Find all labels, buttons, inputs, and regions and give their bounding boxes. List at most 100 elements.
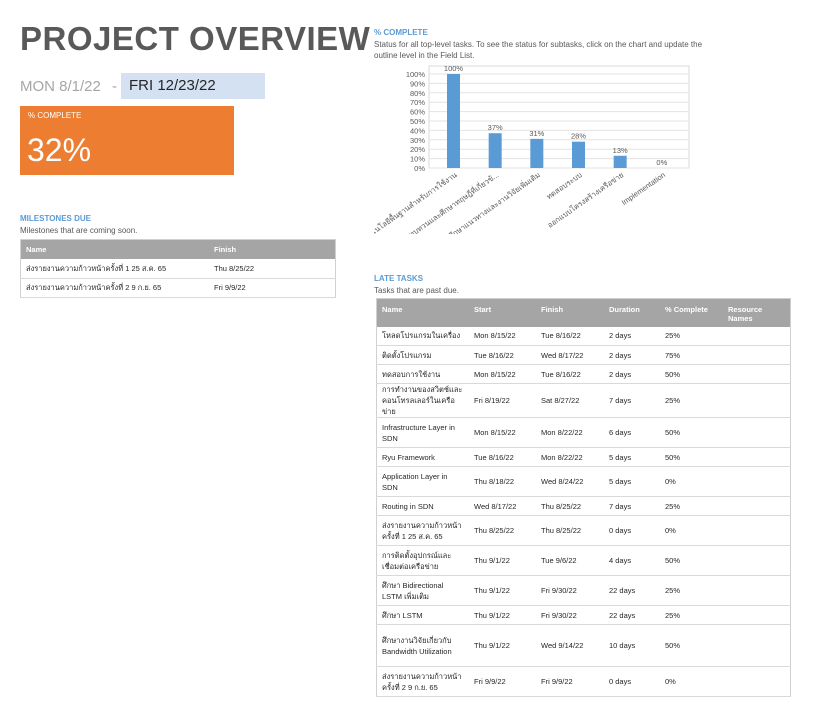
table-row[interactable]: ส่งรายงานความก้าวหน้าครั้งที่ 1 25 ส.ค. … [20,259,336,279]
task-name: ติดตั้งโปรแกรม [376,345,469,365]
task-name: ศึกษา Bidirectional LSTM เพิ่มเติม [376,575,469,606]
table-row[interactable]: ส่งรายงานความก้าวหน้าครั้งที่ 2 9 ก.ย. 6… [20,278,336,298]
task-resource-names [723,345,791,365]
project-start-date: MON 8/1/22 [20,78,101,95]
task-name: Routing in SDN [376,496,469,516]
task-name: ทดสอบการใช้งาน [376,364,469,384]
chart-canvas[interactable]: 0%10%20%30%40%50%60%70%80%90%100%100%ศึก… [343,62,692,255]
table-row[interactable]: ทดสอบการใช้งาน Mon 8/15/22 Tue 8/16/22 2 da… [376,364,791,384]
table-row[interactable]: ติดตั้งโปรแกรม Tue 8/16/22 Wed 8/17/22 2 da… [376,345,791,365]
task-duration: 2 days [604,345,660,365]
task-percent-complete: 50% [660,545,723,576]
table-row[interactable]: Ryu Framework Tue 8/16/22 Mon 8/22/22 5 day… [376,447,791,467]
task-start: Mon 8/15/22 [469,417,536,448]
y-tick-label: 30% [410,136,425,145]
table-row[interactable]: ศึกษา LSTM Thu 9/1/22 Fri 9/30/22 22 days 25… [376,605,791,625]
task-start: Thu 8/18/22 [469,466,536,497]
x-tick-label: ออกแบบโครงสร้างเครือข่าย [546,170,626,230]
y-tick-label: 100% [406,70,426,79]
y-tick-label: 90% [410,79,425,88]
task-resource-names [723,383,791,418]
task-name: Ryu Framework [376,447,469,467]
task-start: Fri 9/9/22 [469,666,536,697]
task-finish: Mon 8/22/22 [536,417,604,448]
late-tasks-subtitle: Tasks that are past due. [374,286,459,295]
task-name: Infrastructure Layer in SDN [376,417,469,448]
task-resource-names [723,364,791,384]
task-duration: 22 days [604,575,660,606]
y-tick-label: 40% [410,126,425,135]
task-resource-names [723,326,791,346]
task-duration: 4 days [604,545,660,576]
milestones-table[interactable]: Name Finish ส่งรายงานความก้าวหน้าครั้งที… [20,239,336,298]
task-finish: Sat 8/27/22 [536,383,604,418]
task-name: การทำงานของสวิตช์และคอนโทรลเลอร์ในเครือข… [376,383,469,418]
data-label: 0% [656,158,667,167]
column-header-resource-names: Resource Names [723,298,791,327]
chart-bar [488,133,502,168]
task-percent-complete: 50% [660,447,723,467]
late-tasks-header-row: Name Start Finish Duration % Complete Re… [376,298,791,327]
task-percent-complete: 25% [660,326,723,346]
task-name: โหลดโปรแกรมในเครื่อง [376,326,469,346]
table-row[interactable]: ส่งรายงานความก้าวหน้าครั้งที่ 1 25 ส.ค. … [376,515,791,546]
task-finish: Wed 8/17/22 [536,345,604,365]
task-duration: 2 days [604,364,660,384]
milestone-finish: Fri 9/9/22 [209,278,336,298]
task-finish: Fri 9/30/22 [536,575,604,606]
percent-complete-chart[interactable]: 0% 10% 20% 30% 40% 50% 60% 70% 80% 90% 100% 100% ศึก… [343,62,692,255]
task-start: Wed 8/17/22 [469,496,536,516]
table-row[interactable]: Infrastructure Layer in SDN Mon 8/15/22 Mo… [376,417,791,448]
page-title: PROJECT OVERVIEW [20,20,371,57]
task-name: การติดตั้งอุปกรณ์และเชื่อมต่อเครือข่าย [376,545,469,576]
project-finish-date[interactable]: FRI 12/23/22 [121,73,265,99]
late-tasks-table[interactable]: Name Start Finish Duration % Complete Re… [376,298,791,697]
task-name: Application Layer in SDN [376,466,469,497]
data-label: 31% [529,129,544,138]
task-start: Tue 8/16/22 [469,345,536,365]
column-header-duration: Duration [604,298,660,327]
table-row[interactable]: การติดตั้งอุปกรณ์และเชื่อมต่อเครือข่าย Th… [376,545,791,576]
task-start: Thu 9/1/22 [469,624,536,667]
task-finish: Wed 9/14/22 [536,624,604,667]
data-label: 100% [444,64,464,73]
milestone-finish: Thu 8/25/22 [209,259,336,279]
milestones-header-row: Name Finish [20,239,336,259]
task-percent-complete: 75% [660,345,723,365]
column-header-name: Name [20,239,209,259]
column-header-finish: Finish [209,239,336,259]
task-name: ศึกษา LSTM [376,605,469,625]
task-percent-complete: 0% [660,466,723,497]
table-row[interactable]: Application Layer in SDN Thu 8/18/22 Wed 8… [376,466,791,497]
milestone-name: ส่งรายงานความก้าวหน้าครั้งที่ 2 9 ก.ย. 6… [20,278,209,298]
y-tick-label: 50% [410,117,425,126]
task-resource-names [723,496,791,516]
task-finish: Fri 9/9/22 [536,666,604,697]
table-row[interactable]: ศึกษางานวิจัยเกี่ยวกับ Bandwidth Utiliza… [376,624,791,667]
data-label: 13% [613,146,628,155]
table-row[interactable]: โหลดโปรแกรมในเครื่อง Mon 8/15/22 Tue 8/16/… [376,326,791,346]
task-percent-complete: 0% [660,666,723,697]
table-row[interactable]: การทำงานของสวิตช์และคอนโทรลเลอร์ในเครือข… [376,383,791,418]
date-separator: - [112,78,117,95]
task-start: Thu 9/1/22 [469,545,536,576]
task-start: Mon 8/15/22 [469,326,536,346]
chart-bar [447,74,460,168]
column-header-name: Name [376,298,469,327]
task-finish: Wed 8/24/22 [536,466,604,497]
task-finish: Fri 9/30/22 [536,605,604,625]
task-resource-names [723,624,791,667]
table-row[interactable]: Routing in SDN Wed 8/17/22 Thu 8/25/22 7 da… [376,496,791,516]
column-header-finish: Finish [536,298,604,327]
task-duration: 2 days [604,326,660,346]
task-percent-complete: 0% [660,515,723,546]
task-percent-complete: 50% [660,624,723,667]
task-start: Fri 8/19/22 [469,383,536,418]
chart-bar [572,141,585,168]
percent-complete-card[interactable]: % COMPLETE 32% [20,106,234,175]
table-row[interactable]: ศึกษา Bidirectional LSTM เพิ่มเติม Thu 9/… [376,575,791,606]
y-tick-label: 80% [410,89,425,98]
task-resource-names [723,515,791,546]
milestones-subtitle: Milestones that are coming soon. [20,226,138,235]
table-row[interactable]: ส่งรายงานความก้าวหน้าครั้งที่ 2 9 ก.ย. 6… [376,666,791,697]
